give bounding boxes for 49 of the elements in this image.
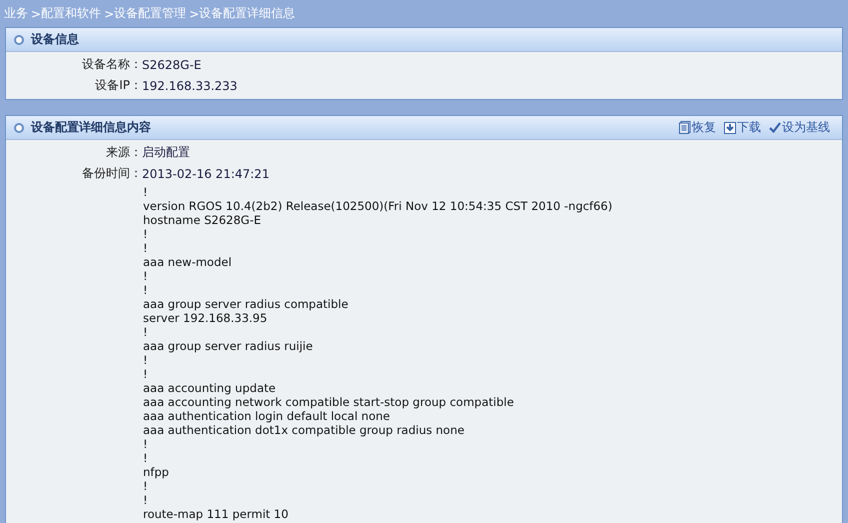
- bullet-icon: [14, 122, 24, 132]
- config-line: !: [143, 367, 149, 381]
- config-line: !: [143, 437, 149, 451]
- config-line: aaa authentication dot1x compatible group radius none: [143, 423, 466, 437]
- checkmark-icon: [769, 122, 781, 133]
- config-line: !: [143, 493, 149, 507]
- field-label: 设备IP：: [94, 77, 142, 94]
- field-label: 来源：: [105, 144, 142, 161]
- config-line: !: [143, 353, 149, 367]
- config-line: aaa authentication login default local none: [143, 409, 391, 423]
- bullet-icon: [14, 34, 24, 44]
- config-line: !: [143, 325, 149, 339]
- config-line: version RGOS 10.4(2b2) Release(102500)(Fri Nov 12 10:54:35 CST 2010 -ngcf66): [143, 199, 614, 213]
- config-line: !: [143, 227, 149, 241]
- download-link[interactable]: 下载: [724, 119, 761, 136]
- breadcrumb-link[interactable]: 设备配置详细信息: [199, 5, 296, 22]
- document-icon: [679, 121, 691, 134]
- config-line: !: [143, 269, 149, 283]
- config-line: aaa new-model: [143, 255, 233, 269]
- breadcrumb-link[interactable]: 配置和软件: [41, 5, 102, 22]
- config-line: aaa accounting update: [143, 381, 277, 395]
- config-line: aaa group server radius compatible: [143, 297, 350, 311]
- config-line: server 192.168.33.95: [143, 311, 268, 325]
- panel-title: 设备配置详细信息内容: [31, 119, 151, 136]
- config-line: !: [143, 283, 149, 297]
- breadcrumb-separator: >: [189, 6, 200, 20]
- download-icon: [724, 122, 736, 134]
- config-line: !: [143, 185, 149, 199]
- baseline-link[interactable]: 设为基线: [769, 119, 830, 136]
- breadcrumb-separator: >: [31, 6, 42, 20]
- config-line: !: [143, 241, 149, 255]
- field-value: 192.168.33.233: [142, 78, 238, 92]
- field-label: 设备名称：: [81, 56, 142, 73]
- breadcrumb-separator: >: [104, 6, 114, 20]
- config-line: aaa accounting network compatible start-stop group compatible: [143, 395, 515, 409]
- config-line: aaa group server radius ruijie: [143, 339, 314, 353]
- field-value: 启动配置: [142, 144, 190, 161]
- field-value: 2013-02-16 21:47:21: [142, 166, 270, 180]
- config-line: nfpp: [143, 465, 170, 479]
- restore-link[interactable]: 恢复: [679, 119, 716, 136]
- config-line: !: [143, 479, 149, 493]
- config-line: route-map 111 permit 10: [143, 507, 290, 521]
- field-label: 备份时间：: [81, 165, 142, 182]
- config-line: hostname S2628G-E: [143, 213, 262, 227]
- breadcrumb-link[interactable]: 设备配置管理: [114, 5, 186, 22]
- field-value: S2628G-E: [142, 58, 202, 72]
- config-line: !: [143, 451, 149, 465]
- panel-title: 设备信息: [31, 31, 79, 48]
- breadcrumb-link[interactable]: 业务: [4, 5, 28, 22]
